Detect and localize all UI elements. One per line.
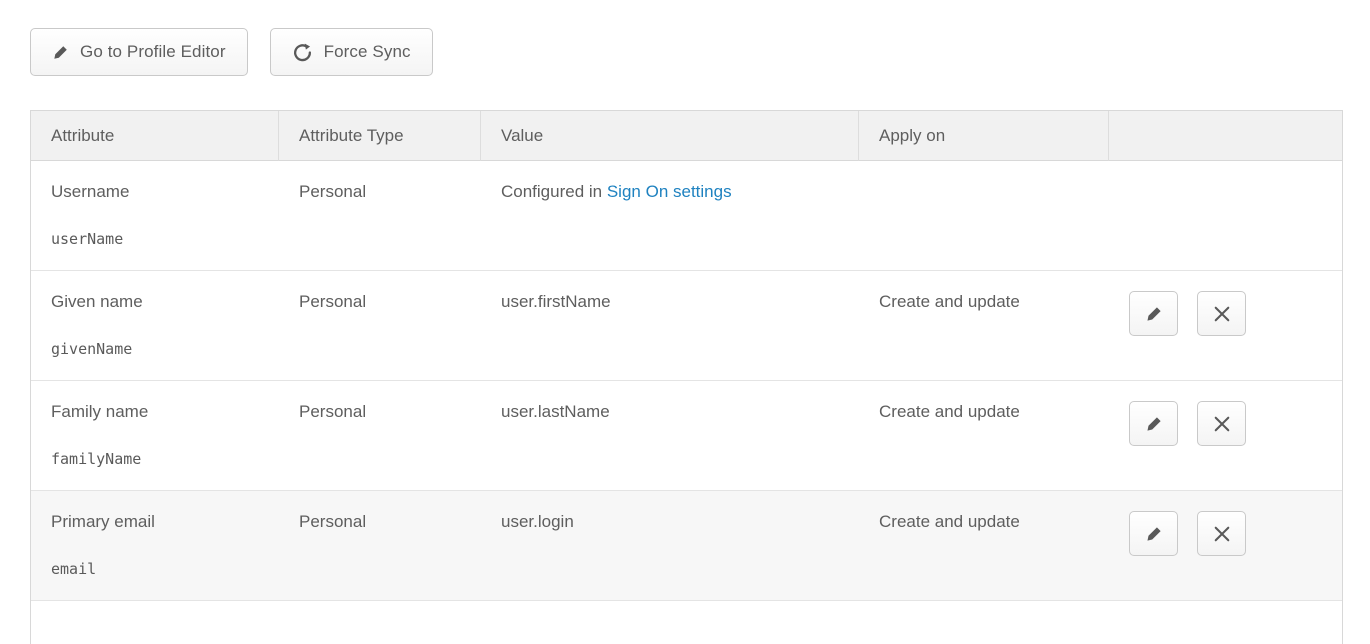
- attribute-type-cell: Personal: [279, 271, 481, 381]
- table-row: Family name familyName Personal user.las…: [31, 381, 1342, 491]
- attribute-cell: Given name givenName: [31, 271, 279, 381]
- pencil-icon: [1145, 415, 1163, 433]
- attribute-type-value: Personal: [299, 400, 471, 424]
- x-icon: [1214, 526, 1230, 542]
- actions-cell: [1109, 381, 1342, 491]
- attribute-variable-name: userName: [51, 229, 269, 249]
- attribute-value: Configured in Sign On settings: [501, 180, 849, 204]
- attribute-variable-name: email: [51, 559, 269, 579]
- attribute-label: Family name: [51, 400, 269, 424]
- delete-attribute-button[interactable]: [1197, 291, 1246, 336]
- attribute-label: Given name: [51, 290, 269, 314]
- attribute-mappings-page: Go to Profile Editor Force Sync Attribut…: [0, 0, 1370, 644]
- x-icon: [1214, 306, 1230, 322]
- actions-cell: [1109, 271, 1342, 381]
- table-row-partial: [31, 601, 1342, 644]
- go-to-profile-editor-button[interactable]: Go to Profile Editor: [30, 28, 248, 76]
- force-sync-button[interactable]: Force Sync: [270, 28, 433, 76]
- pencil-icon: [52, 44, 69, 61]
- apply-on-value: Create and update: [879, 290, 1099, 314]
- actions-cell: [1109, 491, 1342, 601]
- delete-attribute-button[interactable]: [1197, 401, 1246, 446]
- apply-on-cell: Create and update: [859, 271, 1109, 381]
- attribute-label: Username: [51, 180, 269, 204]
- column-header-attribute-type: Attribute Type: [279, 111, 481, 161]
- column-header-actions: [1109, 111, 1342, 161]
- force-sync-label: Force Sync: [324, 42, 411, 62]
- column-header-apply-on: Apply on: [859, 111, 1109, 161]
- value-cell: user.login: [481, 491, 859, 601]
- apply-on-cell: Create and update: [859, 381, 1109, 491]
- apply-on-cell: [859, 161, 1109, 271]
- attribute-cell: Primary email email: [31, 491, 279, 601]
- edit-attribute-button[interactable]: [1129, 511, 1178, 556]
- attribute-value: user.firstName: [501, 290, 849, 314]
- apply-on-value: Create and update: [879, 400, 1099, 424]
- attribute-type-cell: Personal: [279, 381, 481, 491]
- attribute-label: Primary email: [51, 510, 269, 534]
- attribute-cell: Family name familyName: [31, 381, 279, 491]
- attribute-variable-name: givenName: [51, 339, 269, 359]
- pencil-icon: [1145, 305, 1163, 323]
- actions-cell: [1109, 161, 1342, 271]
- attribute-type-value: Personal: [299, 510, 471, 534]
- value-prefix-text: Configured in: [501, 182, 607, 201]
- edit-attribute-button[interactable]: [1129, 401, 1178, 446]
- pencil-icon: [1145, 525, 1163, 543]
- attribute-value: user.lastName: [501, 400, 849, 424]
- column-header-attribute: Attribute: [31, 111, 279, 161]
- attribute-type-value: Personal: [299, 290, 471, 314]
- sign-on-settings-link[interactable]: Sign On settings: [607, 182, 732, 201]
- attribute-cell: Username userName: [31, 161, 279, 271]
- column-header-value: Value: [481, 111, 859, 161]
- table-header-row: Attribute Attribute Type Value Apply on: [31, 111, 1342, 161]
- refresh-icon: [292, 42, 313, 63]
- attribute-mappings-table: Attribute Attribute Type Value Apply on …: [30, 110, 1343, 644]
- table-row: Given name givenName Personal user.first…: [31, 271, 1342, 381]
- value-cell: Configured in Sign On settings: [481, 161, 859, 271]
- table-row: Primary email email Personal user.login …: [31, 491, 1342, 601]
- go-to-profile-editor-label: Go to Profile Editor: [80, 42, 226, 62]
- apply-on-value: Create and update: [879, 510, 1099, 534]
- delete-attribute-button[interactable]: [1197, 511, 1246, 556]
- toolbar: Go to Profile Editor Force Sync: [30, 28, 1343, 76]
- apply-on-cell: Create and update: [859, 491, 1109, 601]
- table-row: Username userName Personal Configured in…: [31, 161, 1342, 271]
- attribute-type-value: Personal: [299, 180, 471, 204]
- value-cell: user.lastName: [481, 381, 859, 491]
- attribute-type-cell: Personal: [279, 161, 481, 271]
- value-cell: user.firstName: [481, 271, 859, 381]
- attribute-type-cell: Personal: [279, 491, 481, 601]
- x-icon: [1214, 416, 1230, 432]
- attribute-value: user.login: [501, 510, 849, 534]
- attribute-variable-name: familyName: [51, 449, 269, 469]
- edit-attribute-button[interactable]: [1129, 291, 1178, 336]
